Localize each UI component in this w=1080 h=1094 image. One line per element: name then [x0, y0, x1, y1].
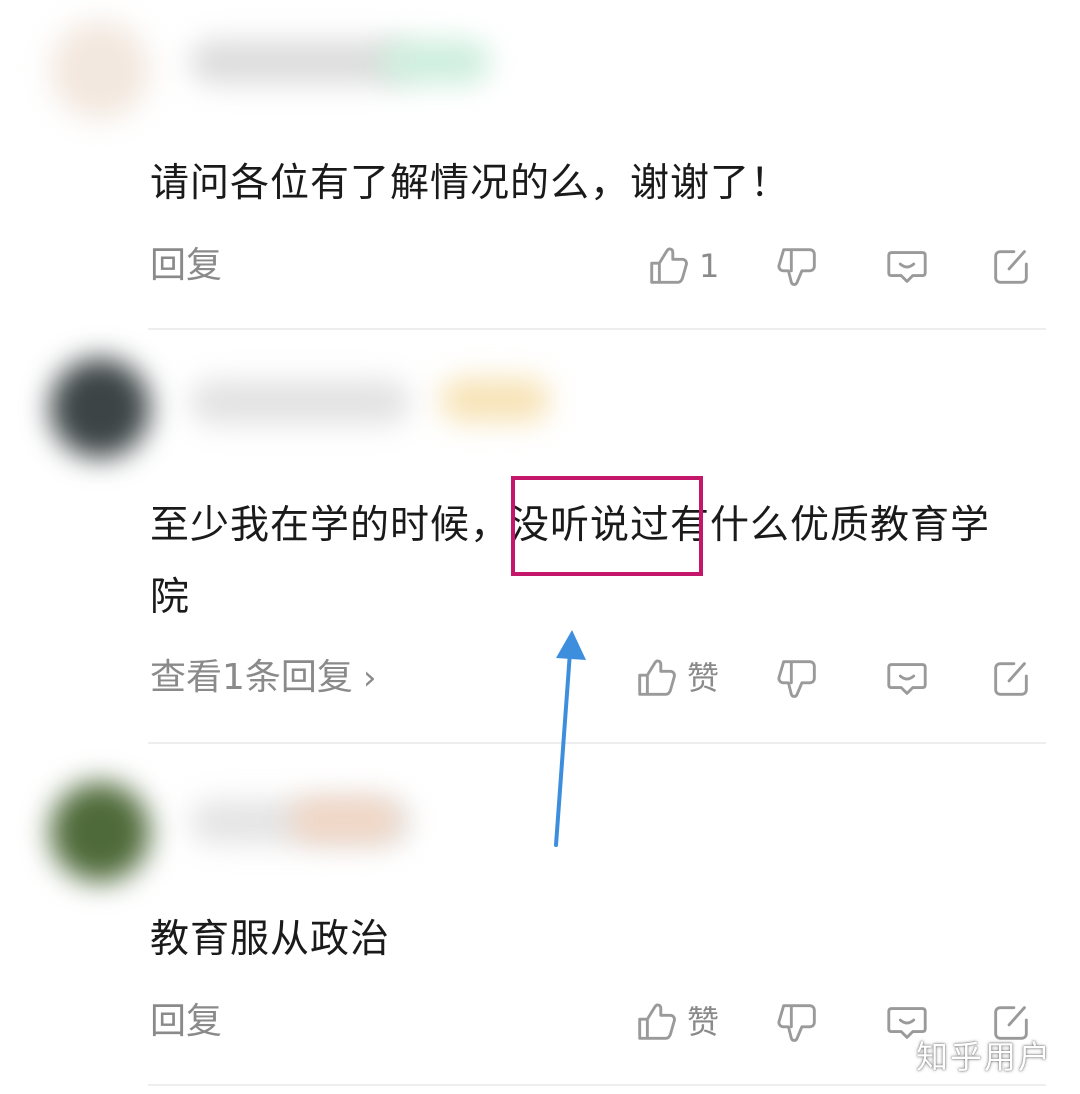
comment-button[interactable] — [884, 652, 930, 704]
divider — [148, 328, 1046, 330]
comment-button[interactable] — [884, 240, 930, 292]
username-blurred[interactable] — [190, 380, 410, 424]
avatar[interactable] — [50, 358, 150, 458]
badge-blurred — [440, 378, 550, 422]
like-label: 赞 — [687, 659, 720, 697]
comment-text: 教育服从政治 — [150, 917, 391, 962]
view-replies-label: 查看1条回复 — [150, 657, 353, 698]
thumbs-down-icon — [776, 999, 822, 1045]
comment-actions: 回复 1 — [0, 236, 1080, 296]
like-button[interactable]: 赞 — [633, 996, 719, 1048]
reply-button[interactable]: 回复 — [150, 236, 222, 296]
dislike-button[interactable] — [776, 240, 822, 292]
badge-blurred — [380, 40, 490, 84]
comment-icon — [884, 655, 930, 701]
comment-icon — [884, 243, 930, 289]
share-icon — [988, 243, 1034, 289]
comment-text: 请问各位有了解情况的么，谢谢了！ — [150, 161, 791, 206]
username-blurred[interactable] — [190, 40, 410, 84]
comment-text-line-2: 院 — [150, 575, 191, 620]
watermark: 知乎用户 — [916, 1038, 1053, 1076]
share-icon — [988, 655, 1034, 701]
thumbs-down-icon — [776, 655, 822, 701]
dislike-button[interactable] — [776, 652, 822, 704]
comment-1-header-blurred — [20, 12, 540, 122]
like-count: 1 — [699, 247, 720, 285]
avatar[interactable] — [50, 20, 150, 120]
share-button[interactable] — [988, 240, 1034, 292]
comment-2-header-blurred — [20, 348, 550, 458]
thumbs-up-icon — [633, 655, 679, 701]
highlight-box — [511, 476, 703, 576]
badge-blurred — [290, 798, 400, 842]
view-replies-button[interactable]: 查看1条回复 › — [150, 648, 377, 708]
like-label: 赞 — [687, 1003, 720, 1041]
thumbs-up-icon — [645, 243, 691, 289]
reply-button[interactable]: 回复 — [150, 992, 222, 1052]
avatar[interactable] — [50, 782, 150, 882]
comment-actions: 查看1条回复 › 赞 — [0, 648, 1080, 708]
dislike-button[interactable] — [776, 996, 822, 1048]
chevron-right-icon: › — [362, 658, 377, 698]
divider — [148, 1084, 1046, 1086]
divider — [148, 742, 1046, 744]
like-button[interactable]: 赞 — [633, 652, 719, 704]
thumbs-up-icon — [633, 999, 679, 1045]
comment-3-header-blurred — [20, 770, 540, 882]
share-button[interactable] — [988, 652, 1034, 704]
thumbs-down-icon — [776, 243, 822, 289]
like-button[interactable]: 1 — [645, 240, 719, 292]
